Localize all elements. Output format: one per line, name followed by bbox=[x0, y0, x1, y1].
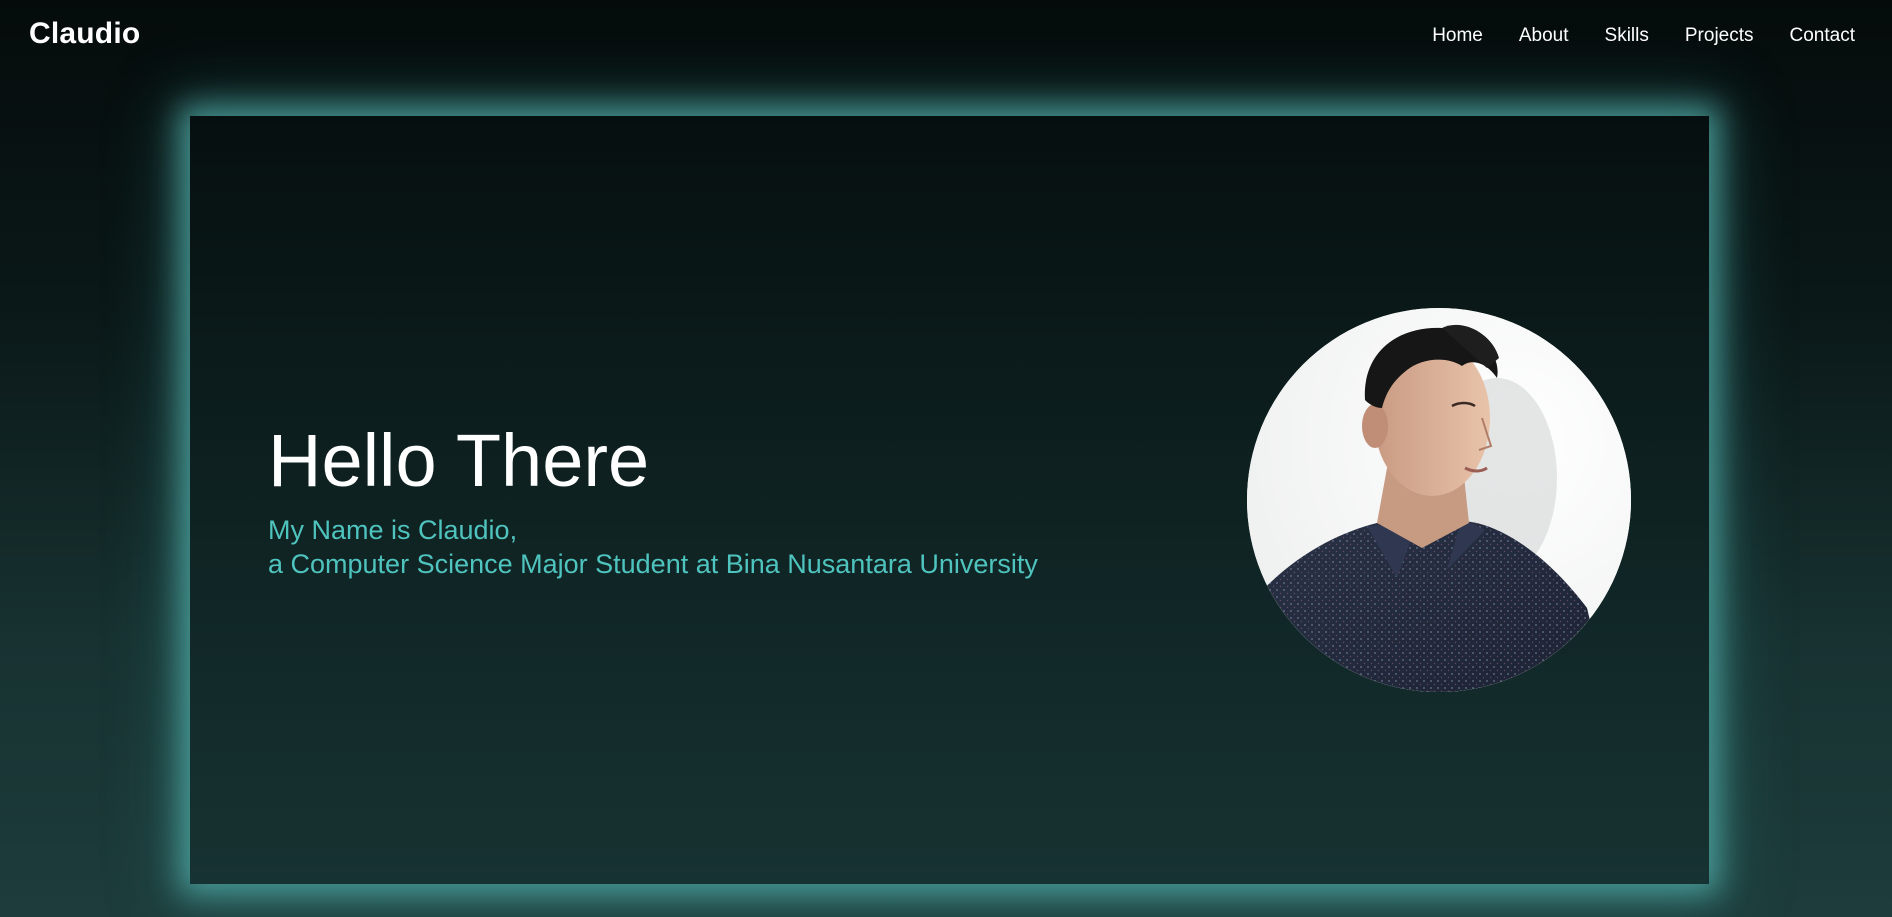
nav-link-home[interactable]: Home bbox=[1432, 25, 1483, 47]
hero-subtitle: My Name is Claudio, a Computer Science M… bbox=[268, 513, 1038, 581]
hero-title: Hello There bbox=[268, 419, 650, 502]
brand-logo[interactable]: Claudio bbox=[29, 17, 140, 51]
hero-section: Hello There My Name is Claudio, a Comput… bbox=[190, 116, 1709, 884]
profile-photo-illustration bbox=[1247, 308, 1631, 692]
hero-subtitle-line-1: My Name is Claudio, bbox=[268, 515, 518, 545]
hero-subtitle-line-2: a Computer Science Major Student at Bina… bbox=[268, 549, 1038, 579]
nav-link-skills[interactable]: Skills bbox=[1605, 25, 1649, 47]
nav-link-about[interactable]: About bbox=[1519, 25, 1569, 47]
nav-links: Home About Skills Projects Contact bbox=[1432, 25, 1855, 47]
profile-photo bbox=[1247, 308, 1631, 692]
top-navbar: Claudio Home About Skills Projects Conta… bbox=[0, 0, 1892, 74]
nav-link-projects[interactable]: Projects bbox=[1685, 25, 1754, 47]
nav-link-contact[interactable]: Contact bbox=[1790, 25, 1855, 47]
